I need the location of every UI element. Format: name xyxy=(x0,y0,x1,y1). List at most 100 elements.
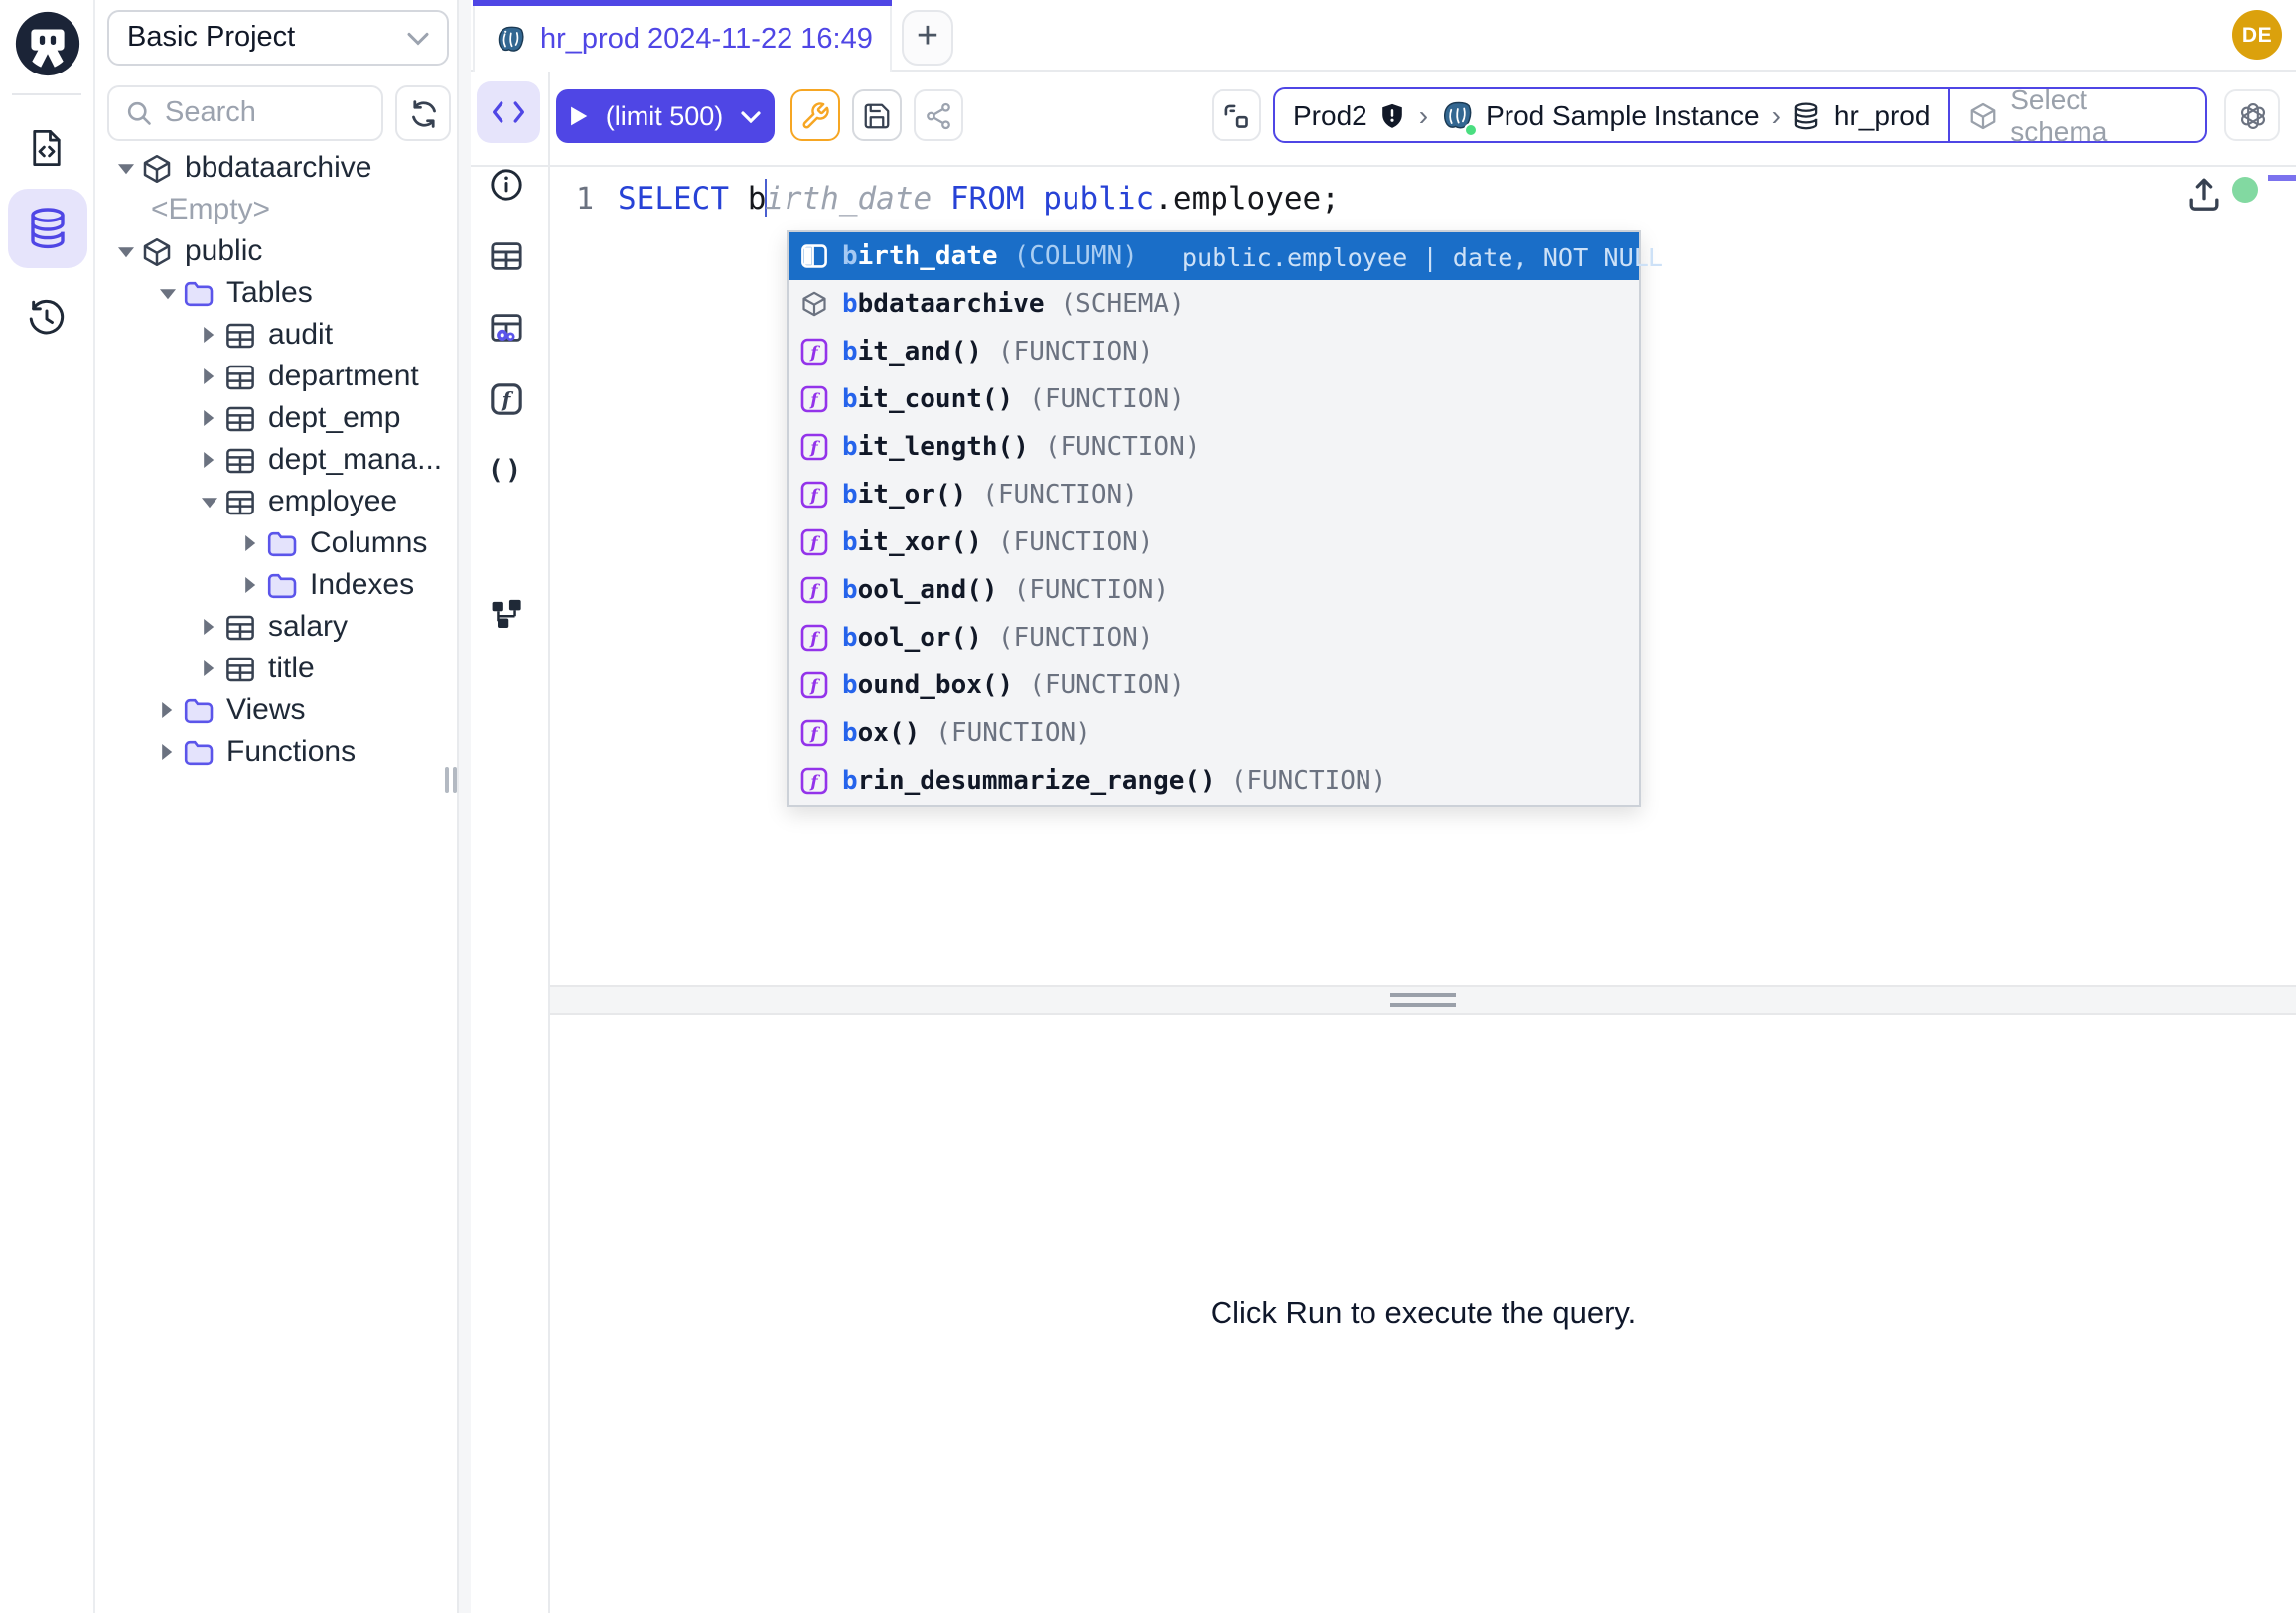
strip-info-button[interactable] xyxy=(488,167,523,203)
folder-icon xyxy=(183,277,215,309)
caret-down-icon[interactable] xyxy=(153,287,181,299)
autocomplete-item-bit-count[interactable]: fbit_count()(FUNCTION) xyxy=(789,375,1639,423)
environment-protected-shield-icon xyxy=(1379,100,1407,130)
autocomplete-item-birth-date[interactable]: birth_date(COLUMN)public.employee | date… xyxy=(789,232,1639,280)
query-settings-button[interactable] xyxy=(790,89,840,141)
tree-item-public[interactable]: public xyxy=(95,230,457,272)
play-icon xyxy=(570,105,588,127)
bytebase-logo[interactable] xyxy=(14,10,81,77)
schema-icon xyxy=(141,235,173,267)
tree-item-columns[interactable]: Columns xyxy=(95,522,457,564)
share-button[interactable] xyxy=(914,89,963,141)
table-icon xyxy=(224,361,256,392)
code-token: . xyxy=(1154,181,1173,217)
svg-text:f: f xyxy=(809,677,820,697)
strip-table-partition-button[interactable] xyxy=(488,524,523,560)
save-button[interactable] xyxy=(852,89,902,141)
caret-down-icon[interactable] xyxy=(111,162,139,174)
schema-tree: bbdataarchive<Empty>publicTablesauditdep… xyxy=(95,147,457,773)
code-editor-mode-button[interactable] xyxy=(477,81,540,143)
panel-resize-gutter[interactable] xyxy=(457,0,471,1613)
avatar[interactable]: DE xyxy=(2232,10,2282,60)
tab-hr-prod[interactable]: hr_prod 2024-11-22 16:49 xyxy=(473,0,892,72)
caret-right-icon[interactable] xyxy=(195,451,222,469)
rail-item-history[interactable] xyxy=(21,292,72,344)
tree-item-empty[interactable]: <Empty> xyxy=(95,189,457,230)
connection-context[interactable]: Prod2 › Prod Sample Instance › hr_prod xyxy=(1275,89,1947,141)
schema-select[interactable]: Select schema xyxy=(1950,89,2205,141)
strip-schema-diagram-button[interactable] xyxy=(488,596,523,632)
completion-type: (SCHEMA) xyxy=(1061,289,1185,319)
tree-item-salary[interactable]: salary xyxy=(95,606,457,648)
tree-item-title[interactable]: title xyxy=(95,648,457,689)
results-splitter[interactable] xyxy=(550,985,2296,1015)
autocomplete-item-bool-or[interactable]: fbool_or()(FUNCTION) xyxy=(789,614,1639,661)
search-input[interactable]: Search xyxy=(107,85,383,141)
tree-item-label: <Empty> xyxy=(151,193,270,226)
tree-item-views[interactable]: Views xyxy=(95,689,457,731)
tree-item-functions[interactable]: Functions xyxy=(95,731,457,773)
tree-item-department[interactable]: department xyxy=(95,356,457,397)
caret-right-icon[interactable] xyxy=(195,409,222,427)
tree-item-bbdataarchive[interactable]: bbdataarchive xyxy=(95,147,457,189)
tree-item-audit[interactable]: audit xyxy=(95,314,457,356)
autocomplete-item-brin-desummarize-range[interactable]: fbrin_desummarize_range()(FUNCTION) xyxy=(789,757,1639,805)
strip-table-detail-button[interactable] xyxy=(488,238,523,274)
completion-label: bbdataarchive xyxy=(842,289,1045,319)
autocomplete-dropdown: birth_date(COLUMN)public.employee | date… xyxy=(787,230,1641,806)
tree-item-employee[interactable]: employee xyxy=(95,481,457,522)
rail-item-worksheets[interactable] xyxy=(21,121,72,173)
chevron-down-icon xyxy=(407,31,429,45)
ai-assistant-button[interactable] xyxy=(2224,89,2280,141)
tree-item-dept-mana[interactable]: dept_mana... xyxy=(95,439,457,481)
tree-item-indexes[interactable]: Indexes xyxy=(95,564,457,606)
export-icon[interactable] xyxy=(2185,175,2223,213)
autocomplete-item-bool-and[interactable]: fbool_and()(FUNCTION) xyxy=(789,566,1639,614)
refresh-button[interactable] xyxy=(395,85,451,141)
completion-type: (FUNCTION) xyxy=(998,623,1154,653)
autocomplete-item-bound-box[interactable]: fbound_box()(FUNCTION) xyxy=(789,661,1639,709)
run-query-button[interactable]: (limit 500) xyxy=(556,89,775,143)
batch-query-button[interactable] xyxy=(1212,89,1261,141)
autocomplete-item-bit-and[interactable]: fbit_and()(FUNCTION) xyxy=(789,328,1639,375)
completion-label: bit_length() xyxy=(842,432,1029,462)
autocomplete-item-bit-length[interactable]: fbit_length()(FUNCTION) xyxy=(789,423,1639,471)
project-select[interactable]: Basic Project xyxy=(107,10,449,66)
strip-procedure-button[interactable]: () xyxy=(488,453,523,489)
table-icon xyxy=(224,653,256,684)
strip-function-button[interactable]: f xyxy=(488,381,523,417)
table-icon xyxy=(224,402,256,434)
caret-right-icon[interactable] xyxy=(236,576,264,594)
autocomplete-item-bit-or[interactable]: fbit_or()(FUNCTION) xyxy=(789,471,1639,518)
column-icon xyxy=(800,242,828,270)
caret-down-icon[interactable] xyxy=(111,245,139,257)
autocomplete-item-box[interactable]: fbox()(FUNCTION) xyxy=(789,709,1639,757)
share-icon xyxy=(924,100,953,130)
rail-item-databases[interactable] xyxy=(7,189,86,268)
caret-right-icon[interactable] xyxy=(195,660,222,677)
caret-right-icon[interactable] xyxy=(195,618,222,636)
caret-right-icon[interactable] xyxy=(153,701,181,719)
caret-right-icon[interactable] xyxy=(236,534,264,552)
caret-right-icon[interactable] xyxy=(195,367,222,385)
strip-external-table-button[interactable] xyxy=(488,310,523,346)
sql-editor-line[interactable]: SELECT birth_date FROM public.employee; xyxy=(618,169,1340,228)
tree-item-tables[interactable]: Tables xyxy=(95,272,457,314)
tree-item-dept-emp[interactable]: dept_emp xyxy=(95,397,457,439)
completion-label: bool_and() xyxy=(842,575,998,605)
autocomplete-item-bbdataarchive[interactable]: bbdataarchive (SCHEMA) xyxy=(789,280,1639,328)
caret-right-icon[interactable] xyxy=(195,326,222,344)
caret-down-icon[interactable] xyxy=(195,496,222,508)
schema-cube-icon xyxy=(1968,100,1998,130)
code-file-icon xyxy=(26,126,68,168)
autocomplete-item-bit-xor[interactable]: fbit_xor()(FUNCTION) xyxy=(789,518,1639,566)
completion-detail: public.employee | date, NOT NULL xyxy=(1182,241,1663,271)
external-table-icon xyxy=(488,310,523,346)
sidebar-resize-handle[interactable] xyxy=(445,767,457,793)
caret-right-icon[interactable] xyxy=(153,743,181,761)
new-tab-button[interactable]: + xyxy=(902,10,953,66)
schema-select-placeholder: Select schema xyxy=(2010,83,2187,147)
schema-diagram-icon xyxy=(488,596,523,632)
environment-label: Prod2 xyxy=(1293,99,1367,131)
history-icon xyxy=(26,297,68,339)
